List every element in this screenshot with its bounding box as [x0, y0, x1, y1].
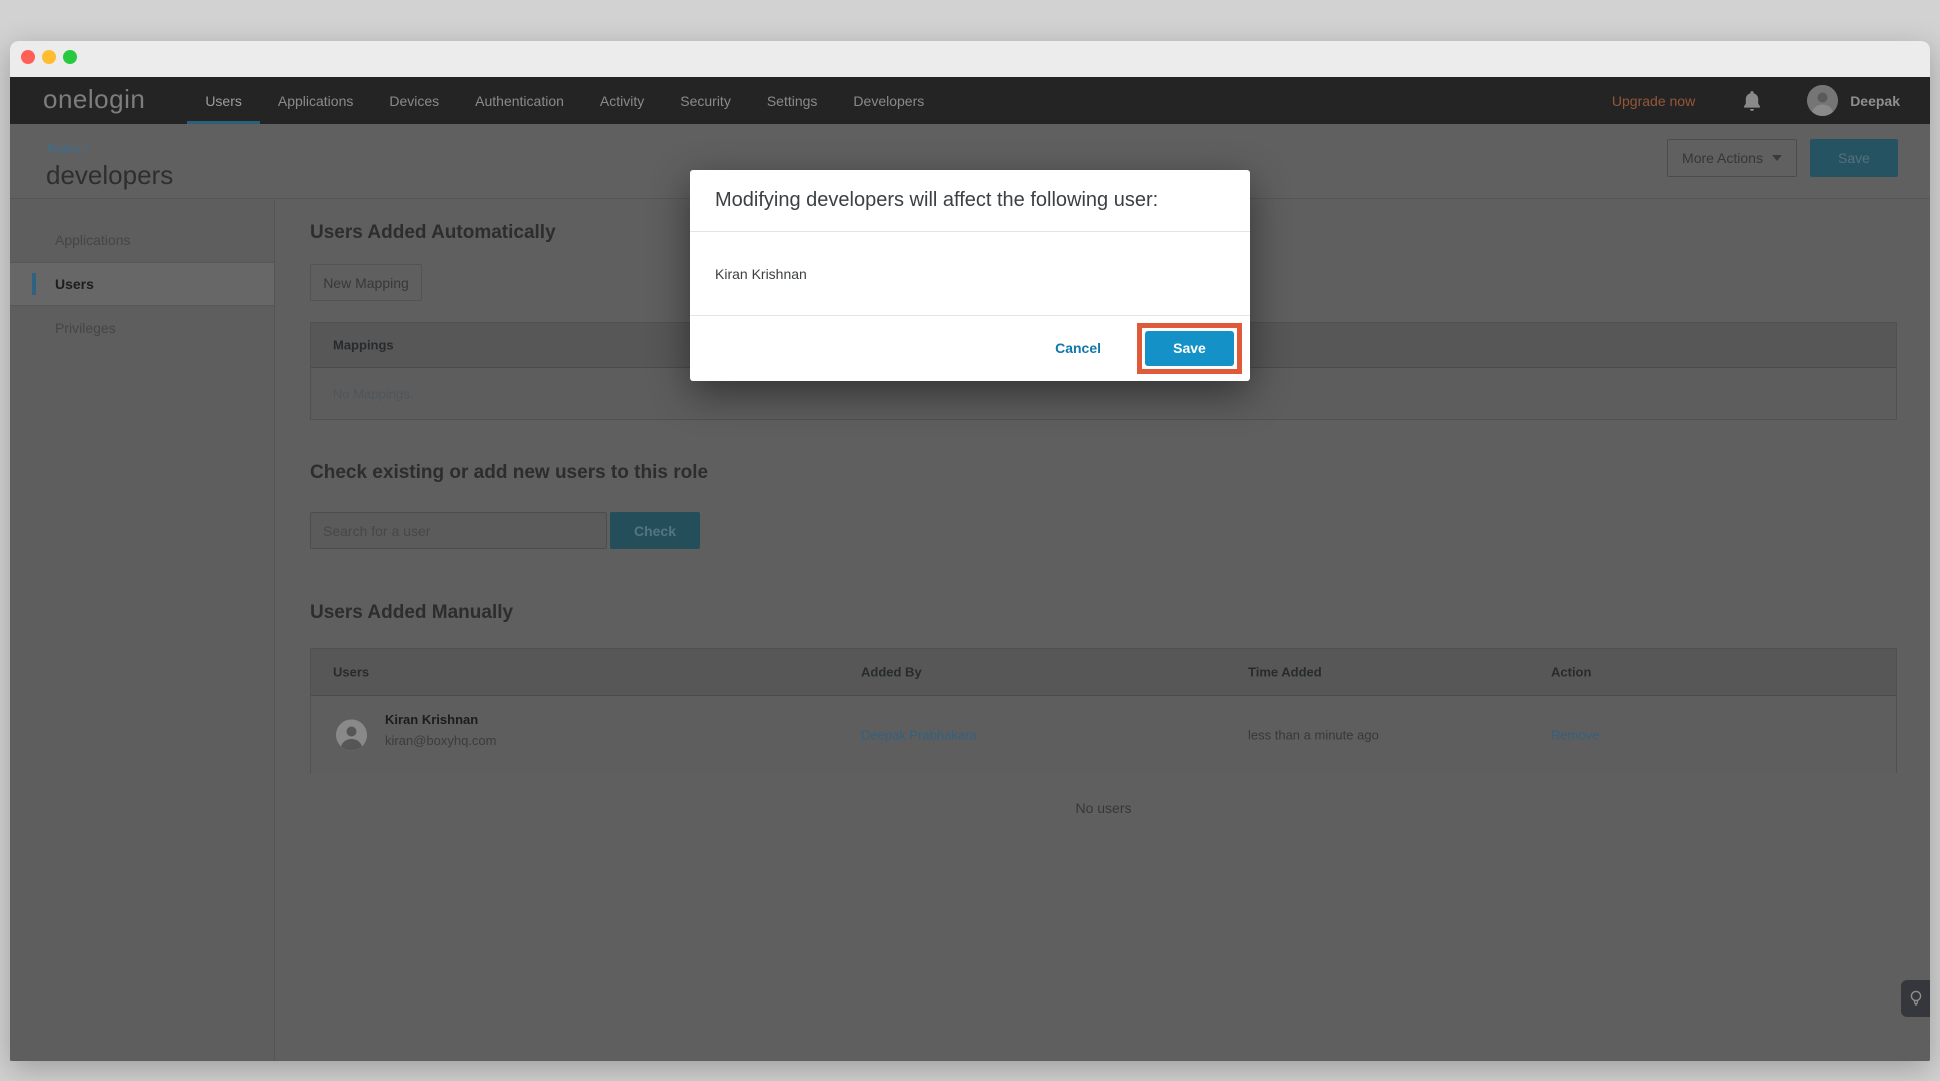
nav-tab-developers[interactable]: Developers	[835, 77, 942, 124]
user-table-row: Kiran Krishnan kiran@boxyhq.com Deepak P…	[311, 696, 1896, 773]
added-by-link[interactable]: Deepak Prabhakara	[861, 727, 977, 742]
onelogin-logo: onelogin	[43, 84, 145, 115]
check-button[interactable]: Check	[610, 512, 700, 549]
sidebar-item-users[interactable]: Users	[10, 262, 274, 306]
upgrade-now-link[interactable]: Upgrade now	[1612, 93, 1695, 109]
role-sidebar: Applications Users Privileges	[10, 200, 275, 1061]
remove-link[interactable]: Remove	[1551, 727, 1599, 742]
top-navbar: onelogin Users Applications Devices Auth…	[10, 77, 1930, 124]
notifications-bell-icon[interactable]	[1743, 91, 1761, 111]
nav-tab-applications[interactable]: Applications	[260, 77, 372, 124]
user-email: kiran@boxyhq.com	[385, 733, 496, 748]
no-users-text: No users	[310, 800, 1897, 816]
nav-tabs: Users Applications Devices Authenticatio…	[187, 77, 942, 124]
confirm-modal: Modifying developers will affect the fol…	[690, 170, 1250, 381]
column-added-by: Added By	[861, 665, 922, 680]
users-added-automatically-heading: Users Added Automatically	[310, 222, 556, 244]
header-save-button[interactable]: Save	[1810, 139, 1898, 177]
person-icon	[336, 719, 367, 750]
person-icon	[1807, 85, 1838, 116]
check-users-heading: Check existing or add new users to this …	[310, 462, 708, 484]
save-highlight-annotation: Save	[1137, 323, 1242, 374]
user-avatar[interactable]	[1807, 85, 1838, 116]
time-added-text: less than a minute ago	[1248, 727, 1379, 742]
modal-save-button[interactable]: Save	[1145, 331, 1234, 366]
close-window-button[interactable]	[21, 50, 35, 64]
page-title: developers	[46, 160, 173, 191]
no-mappings-text: No Mappings.	[333, 387, 413, 402]
more-actions-label: More Actions	[1682, 150, 1763, 166]
manual-users-table: Users Added By Time Added Action Kir	[310, 648, 1897, 773]
more-actions-button[interactable]: More Actions	[1667, 139, 1797, 177]
sidebar-item-applications[interactable]: Applications	[10, 218, 274, 262]
nav-right-cluster: Upgrade now Deepak	[1612, 85, 1900, 116]
affected-user-name: Kiran Krishnan	[715, 266, 807, 282]
nav-tab-activity[interactable]: Activity	[582, 77, 662, 124]
user-name-label[interactable]: Deepak	[1850, 93, 1900, 109]
modal-body: Kiran Krishnan	[690, 232, 1250, 316]
lightbulb-icon	[1909, 990, 1923, 1008]
new-mapping-button[interactable]: New Mapping	[310, 264, 422, 301]
modal-cancel-button[interactable]: Cancel	[1055, 340, 1101, 356]
minimize-window-button[interactable]	[42, 50, 56, 64]
modal-header: Modifying developers will affect the fol…	[690, 170, 1250, 232]
search-user-input[interactable]	[310, 512, 607, 549]
selected-accent-bar	[32, 273, 36, 295]
modal-footer: Cancel Save	[690, 316, 1250, 380]
zoom-window-button[interactable]	[63, 50, 77, 64]
modal-title: Modifying developers will affect the fol…	[715, 189, 1158, 212]
breadcrumb-roles-link[interactable]: Roles /	[47, 141, 87, 156]
sidebar-item-users-label: Users	[55, 276, 94, 292]
nav-tab-users[interactable]: Users	[187, 77, 260, 124]
user-identity: Kiran Krishnan kiran@boxyhq.com	[385, 712, 496, 748]
nav-tab-settings[interactable]: Settings	[749, 77, 836, 124]
column-action: Action	[1551, 665, 1591, 680]
column-time-added: Time Added	[1248, 665, 1322, 680]
column-users: Users	[333, 665, 369, 680]
window-titlebar	[10, 41, 1930, 77]
chevron-down-icon	[1772, 155, 1782, 161]
nav-tab-authentication[interactable]: Authentication	[457, 77, 582, 124]
users-added-manually-heading: Users Added Manually	[310, 602, 513, 624]
sidebar-item-privileges[interactable]: Privileges	[10, 306, 274, 350]
nav-tab-devices[interactable]: Devices	[371, 77, 457, 124]
nav-tab-security[interactable]: Security	[662, 77, 749, 124]
help-widget-button[interactable]	[1901, 980, 1930, 1017]
user-full-name: Kiran Krishnan	[385, 712, 496, 727]
mappings-column-header: Mappings	[333, 338, 394, 353]
row-user-avatar	[336, 719, 367, 750]
manual-users-table-header: Users Added By Time Added Action	[311, 649, 1896, 696]
